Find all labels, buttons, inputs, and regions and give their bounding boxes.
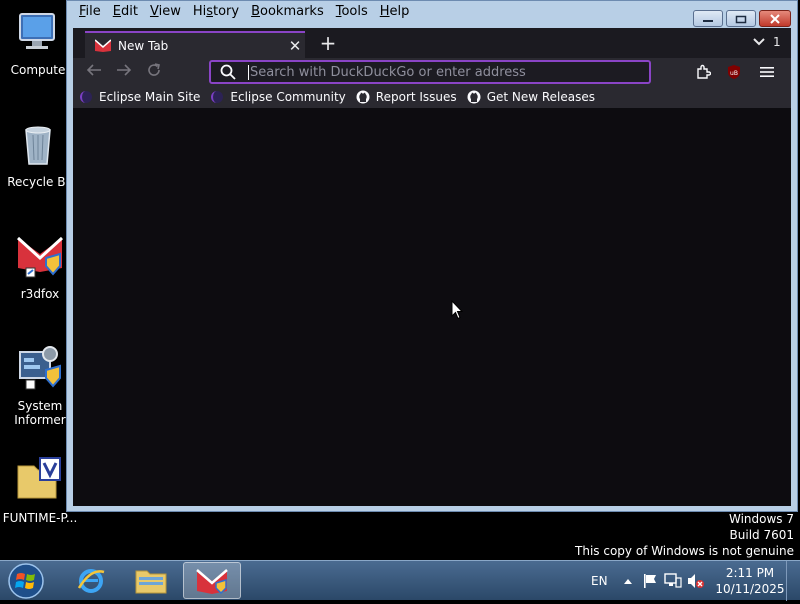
menu-file-rest: ile	[85, 4, 101, 19]
bookmark-label: Report Issues	[375, 90, 457, 104]
action-center-flag-icon[interactable]	[642, 573, 658, 589]
menu-help[interactable]: Help	[374, 2, 416, 22]
nav-bar: uB	[73, 58, 791, 86]
computer-icon	[19, 13, 55, 49]
language-indicator[interactable]: EN	[591, 574, 608, 588]
bookmark-label: Eclipse Community	[230, 90, 346, 104]
forward-button[interactable]	[114, 62, 134, 82]
reload-button[interactable]	[144, 62, 164, 82]
tab-new-tab[interactable]: New Tab ✕	[85, 31, 305, 59]
new-tab-button[interactable]: +	[317, 33, 339, 55]
taskbar-r3dfox[interactable]	[183, 562, 241, 599]
taskbar-internet-explorer[interactable]	[62, 562, 120, 599]
desktop-icon-computer[interactable]: Compute	[0, 8, 76, 77]
svg-text:uB: uB	[730, 70, 738, 77]
tab-close-icon[interactable]: ✕	[285, 37, 305, 55]
menu-view-rest: iew	[158, 4, 181, 19]
watermark-line-3: This copy of Windows is not genuine	[575, 544, 794, 558]
reload-icon	[148, 63, 160, 76]
menu-help-rest: elp	[389, 4, 410, 19]
bookmark-report-issues[interactable]: Report Issues	[356, 90, 457, 104]
back-arrow-icon	[86, 64, 101, 76]
menu-tools[interactable]: Tools	[330, 2, 374, 22]
desktop-icon-label: Compute	[10, 63, 66, 77]
folder-icon	[17, 457, 61, 499]
desktop-icon-label: Recycle Bi	[7, 175, 69, 189]
tab-count: 1	[773, 35, 781, 49]
clock-date: 10/11/2025	[715, 582, 785, 596]
folder-icon	[135, 570, 167, 593]
tab-title: New Tab	[118, 39, 169, 53]
clock-time: 2:11 PM	[725, 566, 775, 580]
start-button[interactable]	[4, 562, 48, 600]
system-informer-icon	[19, 346, 61, 390]
browser-window: File Edit View History Bookmarks Tools H…	[66, 0, 798, 512]
menu-tools-rest: ools	[341, 4, 368, 19]
menu-history[interactable]: History	[187, 2, 245, 22]
app-menu-button[interactable]	[756, 62, 778, 82]
windows-watermark: Windows 7 Build 7601 This copy of Window…	[575, 511, 794, 559]
chevron-up-icon[interactable]	[623, 578, 632, 584]
desktop-icon-label: FUNTIME-P...	[2, 511, 78, 525]
ublock-button[interactable]: uB	[723, 62, 745, 82]
desktop-icon-recycle-bin[interactable]: Recycle Bi	[0, 120, 76, 189]
taskbar-explorer[interactable]	[122, 562, 180, 599]
close-window-button[interactable]	[759, 10, 791, 27]
back-button[interactable]	[84, 62, 104, 82]
recycle-bin-icon	[25, 126, 51, 165]
taskbar: EN 2:11 PM 10/11/2025	[0, 560, 800, 601]
url-bar[interactable]	[209, 60, 651, 84]
internet-explorer-icon	[77, 568, 105, 593]
extensions-button[interactable]	[692, 62, 714, 82]
puzzle-icon	[697, 64, 711, 79]
menu-file[interactable]: File	[73, 2, 107, 22]
tab-strip: New Tab ✕ + 1	[73, 28, 791, 59]
bookmark-label: Get New Releases	[486, 90, 596, 104]
taskbar-clock[interactable]: 2:11 PM 10/11/2025	[714, 565, 786, 597]
hamburger-menu-icon	[760, 67, 774, 77]
minimize-button[interactable]	[693, 10, 723, 27]
address-input[interactable]	[248, 64, 649, 80]
r3dfox-icon	[196, 568, 228, 594]
bookmark-eclipse-main-site[interactable]: Eclipse Main Site	[79, 90, 200, 104]
r3dfox-icon	[16, 236, 64, 278]
watermark-line-2: Build 7601	[729, 528, 794, 542]
menu-history-pre: Hi	[192, 4, 207, 19]
github-icon	[356, 90, 370, 104]
bookmark-eclipse-community[interactable]: Eclipse Community	[210, 90, 346, 104]
chevron-down-icon	[753, 38, 765, 46]
menu-view[interactable]: View	[144, 2, 187, 22]
system-tray: EN	[586, 561, 705, 601]
bookmark-label: Eclipse Main Site	[99, 90, 201, 104]
menu-bookmarks[interactable]: Bookmarks	[245, 2, 330, 22]
ublock-origin-icon: uB	[728, 65, 740, 79]
menu-bar: File Edit View History Bookmarks Tools H…	[73, 2, 415, 22]
search-icon	[220, 64, 236, 80]
mouse-cursor-icon	[451, 300, 463, 320]
eclipse-icon	[211, 91, 224, 103]
watermark-line-1: Windows 7	[728, 512, 794, 526]
menu-history-rest: tory	[213, 4, 240, 19]
forward-arrow-icon	[117, 64, 132, 76]
network-icon[interactable]	[663, 573, 682, 589]
menu-edit[interactable]: Edit	[107, 2, 144, 22]
menu-edit-rest: dit	[121, 4, 138, 19]
browser-chrome: New Tab ✕ + 1 Search with DuckDuckGo or …	[73, 28, 791, 506]
volume-muted-icon[interactable]	[687, 573, 705, 589]
close-icon	[770, 13, 780, 24]
bookmark-get-new-releases[interactable]: Get New Releases	[467, 90, 595, 104]
restore-icon	[735, 15, 747, 23]
page-content[interactable]	[73, 108, 791, 506]
desktop: Compute Recycle Bi r3dfox System Informe…	[0, 0, 800, 560]
github-icon	[467, 90, 481, 104]
maximize-button[interactable]	[726, 10, 756, 27]
bookmarks-toolbar: Eclipse Main Site Eclipse Community Repo…	[73, 86, 791, 108]
r3dfox-tab-icon	[95, 39, 111, 52]
minimize-icon	[703, 19, 713, 22]
tab-list-button[interactable]: 1	[753, 35, 781, 49]
show-desktop-button[interactable]	[786, 561, 800, 601]
windows-start-icon	[8, 563, 44, 599]
menu-bookmarks-rest: ookmarks	[260, 4, 324, 19]
eclipse-icon	[80, 91, 92, 103]
